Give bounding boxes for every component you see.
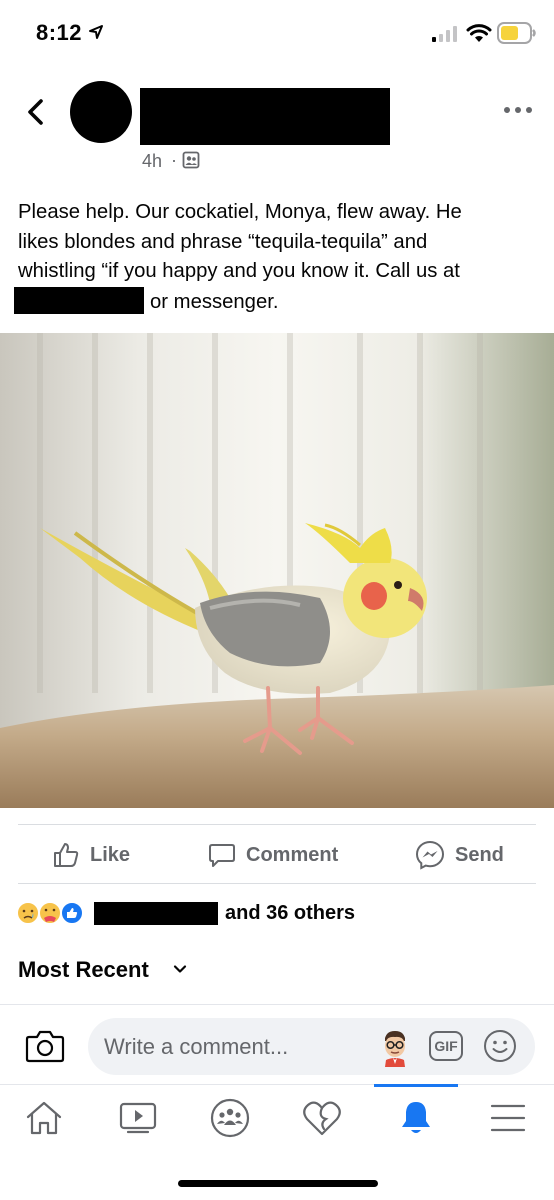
chevron-down-icon[interactable]: [173, 962, 187, 976]
comment-icon: [209, 844, 235, 867]
care-reaction-icon: [38, 901, 62, 925]
more-options-icon[interactable]: [502, 98, 534, 122]
tab-notifications[interactable]: [394, 1096, 438, 1140]
post-text-line: likes blondes and phrase “tequila-tequil…: [18, 230, 428, 253]
comment-input-placeholder: Write a comment...: [104, 1034, 289, 1059]
comment-sort-label[interactable]: Most Recent: [18, 957, 149, 983]
post-text-line: whistling “if you happy and you know it.…: [18, 260, 460, 282]
location-arrow-icon: [89, 25, 103, 39]
comment-button[interactable]: Comment: [208, 838, 338, 872]
like-label: Like: [90, 843, 131, 866]
sad-reaction-icon: [16, 901, 40, 925]
reaction-icons[interactable]: [16, 900, 92, 926]
groups-icon: [210, 1098, 250, 1138]
menu-icon: [490, 1104, 526, 1132]
post-photo-cockatiel[interactable]: [0, 333, 554, 808]
divider: [18, 883, 536, 884]
gif-label: GIF: [434, 1038, 458, 1054]
post-text-line: Please help. Our cockatiel, Monya, flew …: [18, 201, 462, 223]
post-text-line: or messenger.: [14, 286, 538, 318]
tab-menu[interactable]: [486, 1096, 530, 1140]
home-indicator: [178, 1180, 378, 1187]
author-name-redacted[interactable]: [140, 88, 390, 145]
reactions-summary[interactable]: and 36 others: [225, 902, 355, 925]
tab-groups[interactable]: [208, 1096, 252, 1140]
author-avatar[interactable]: [70, 81, 132, 143]
divider: [18, 824, 536, 825]
audience-icon[interactable]: [182, 151, 200, 169]
like-reaction-icon: [60, 901, 84, 925]
meta-separator: ·: [171, 150, 177, 170]
messenger-icon: [415, 840, 445, 870]
avatar-sticker-icon[interactable]: [377, 1027, 413, 1067]
divider: [0, 1004, 554, 1005]
comment-label: Comment: [246, 843, 339, 866]
send-button[interactable]: Send: [415, 838, 504, 872]
reactor-name-redacted[interactable]: [94, 902, 218, 925]
tab-home[interactable]: [22, 1096, 66, 1140]
emoji-icon[interactable]: [483, 1029, 517, 1063]
tab-watch[interactable]: [116, 1096, 160, 1140]
like-button[interactable]: Like: [52, 838, 130, 872]
notifications-icon: [402, 1102, 430, 1133]
post-body: Please help. Our cockatiel, Monya, flew …: [14, 198, 538, 318]
back-icon[interactable]: [22, 96, 52, 128]
divider: [0, 1084, 554, 1085]
send-label: Send: [455, 843, 504, 866]
dating-icon: [303, 1101, 341, 1136]
camera-icon[interactable]: [25, 1028, 65, 1064]
cellular-signal-icon: [432, 26, 457, 42]
phone-number-redacted: [14, 286, 144, 314]
battery-low-power-icon: [497, 22, 536, 44]
post-text-suffix: or messenger.: [150, 290, 279, 313]
post-timestamp[interactable]: 4h: [142, 151, 162, 172]
wifi-icon: [466, 24, 492, 42]
gif-button[interactable]: GIF: [429, 1031, 463, 1061]
tab-dating[interactable]: [300, 1096, 344, 1140]
watch-icon: [119, 1102, 157, 1134]
home-icon: [26, 1101, 62, 1135]
like-icon: [54, 843, 79, 867]
status-time: 8:12: [36, 20, 83, 45]
active-tab-indicator: [374, 1084, 458, 1087]
